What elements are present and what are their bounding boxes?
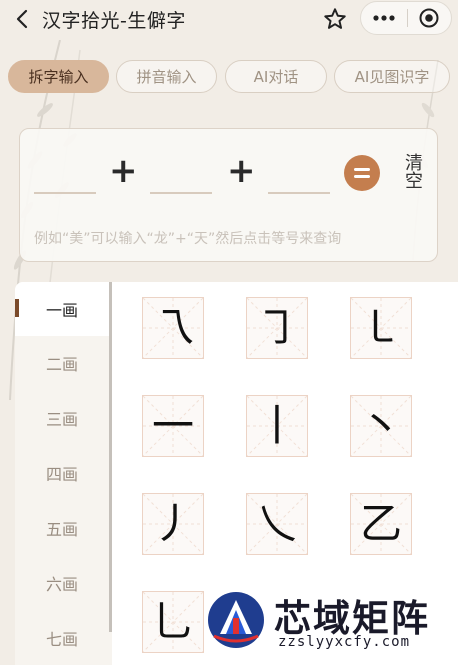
target-icon bbox=[419, 8, 439, 28]
stroke-glyph: 乁 bbox=[151, 303, 194, 352]
stroke-cell[interactable]: 丿 bbox=[142, 493, 204, 555]
stroke-glyph: 丨 bbox=[255, 401, 298, 450]
sidebar-item-7-strokes[interactable]: 七画 bbox=[15, 611, 109, 665]
tab-ai-chat[interactable]: AI对话 bbox=[225, 60, 327, 93]
sidebar-item-label: 一画 bbox=[45, 301, 78, 320]
chevron-left-icon bbox=[16, 9, 28, 29]
component-slot-3[interactable] bbox=[268, 192, 330, 194]
sidebar-item-4-strokes[interactable]: 四画 bbox=[15, 446, 109, 500]
active-indicator bbox=[15, 299, 19, 317]
stroke-cell[interactable]: 乀 bbox=[246, 493, 308, 555]
stroke-glyph: ㇄ bbox=[359, 303, 402, 352]
stroke-count-sidebar: 一画 二画 三画 四画 五画 六画 七画 bbox=[15, 282, 109, 665]
component-slot-1[interactable] bbox=[34, 192, 96, 194]
stroke-cell[interactable]: 丨 bbox=[246, 395, 308, 457]
star-icon bbox=[324, 8, 346, 29]
more-button[interactable] bbox=[361, 2, 407, 34]
sidebar-item-5-strokes[interactable]: 五画 bbox=[15, 501, 109, 555]
stroke-cell[interactable]: 丶 bbox=[350, 395, 412, 457]
stroke-glyph: ㇆ bbox=[255, 303, 298, 352]
sidebar-item-1-stroke[interactable]: 一画 bbox=[15, 282, 109, 336]
page-title: 汉字拾光-生僻字 bbox=[42, 10, 186, 32]
back-button[interactable] bbox=[10, 5, 34, 33]
equals-button[interactable] bbox=[344, 155, 380, 191]
site-watermark: 芯域矩阵 zzslyyxcfy.com bbox=[206, 588, 436, 654]
tab-split-input[interactable]: 拆字输入 bbox=[8, 60, 109, 93]
tab-pinyin-input[interactable]: 拼音输入 bbox=[116, 60, 217, 93]
sidebar-item-label: 四画 bbox=[45, 465, 78, 484]
sidebar-item-label: 七画 bbox=[45, 630, 78, 649]
input-hint: 例如“美”可以输入“龙”+“天”然后点击等号来查询 bbox=[34, 231, 342, 247]
stroke-glyph: 乀 bbox=[255, 499, 298, 548]
sidebar-item-2-strokes[interactable]: 二画 bbox=[15, 336, 109, 390]
stroke-cell[interactable]: 乚 bbox=[142, 591, 204, 653]
watermark-url: zzslyyxcfy.com bbox=[278, 634, 411, 650]
stroke-glyph: 丶 bbox=[359, 401, 402, 450]
more-icon bbox=[373, 15, 395, 21]
close-miniprogram-button[interactable] bbox=[407, 2, 451, 34]
stroke-cell[interactable]: ㇄ bbox=[350, 297, 412, 359]
sidebar-item-label: 五画 bbox=[45, 520, 78, 539]
stroke-cell[interactable]: ㇆ bbox=[246, 297, 308, 359]
stroke-cell[interactable]: 一 bbox=[142, 395, 204, 457]
favorite-button[interactable] bbox=[322, 6, 348, 32]
sidebar-item-6-strokes[interactable]: 六画 bbox=[15, 556, 109, 610]
stroke-cell[interactable]: 乁 bbox=[142, 297, 204, 359]
stroke-glyph: 乚 bbox=[151, 597, 194, 646]
stroke-glyph: 丿 bbox=[151, 499, 194, 548]
sidebar-item-3-strokes[interactable]: 三画 bbox=[15, 391, 109, 445]
tab-ai-image-recognition[interactable]: AI见图识字 bbox=[334, 60, 450, 93]
plus-sign: + bbox=[109, 151, 138, 191]
component-slot-2[interactable] bbox=[150, 192, 212, 194]
sidebar-item-label: 二画 bbox=[45, 355, 78, 374]
sidebar-item-label: 六画 bbox=[45, 575, 78, 594]
stroke-glyph: 乙 bbox=[359, 499, 402, 548]
component-composer: + + 清空 例如“美”可以输入“龙”+“天”然后点击等号来查询 bbox=[19, 128, 438, 262]
sidebar-item-label: 三画 bbox=[45, 410, 78, 429]
stroke-cell[interactable]: 乙 bbox=[350, 493, 412, 555]
clear-button[interactable]: 清空 bbox=[400, 153, 423, 189]
stroke-glyph: 一 bbox=[151, 401, 194, 450]
plus-sign: + bbox=[227, 151, 256, 191]
nav-bar: 汉字拾光-生僻字 bbox=[0, 0, 458, 38]
input-mode-tabs: 拆字输入 拼音输入 AI对话 AI见图识字 bbox=[0, 60, 458, 94]
site-logo-icon bbox=[208, 592, 264, 648]
mini-program-capsule bbox=[360, 1, 452, 35]
